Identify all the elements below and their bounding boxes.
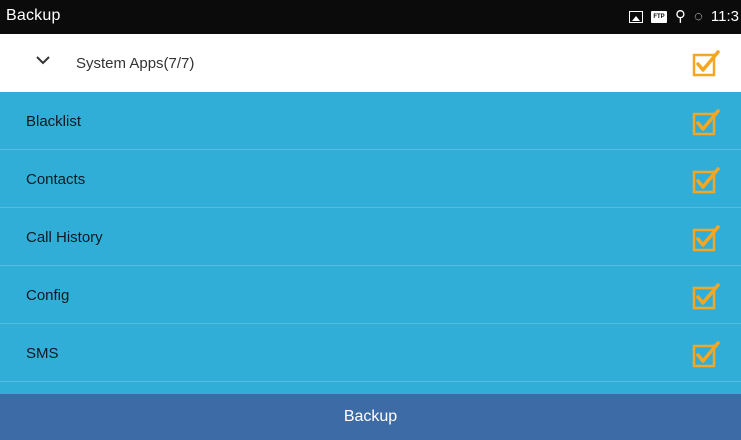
list-item-sms[interactable]: SMS bbox=[0, 324, 741, 382]
backup-screen: Backup FTP ⚲ ◌ 11:3 System Apps(7/7) Bla… bbox=[0, 0, 741, 440]
app-list: Blacklist Contacts Call History Config S… bbox=[0, 92, 741, 394]
list-item-config[interactable]: Config bbox=[0, 266, 741, 324]
clock: 11:3 bbox=[710, 8, 739, 25]
status-icons: FTP ⚲ ◌ 11:3 bbox=[628, 0, 741, 34]
list-item-contacts[interactable]: Contacts bbox=[0, 150, 741, 208]
group-label: System Apps(7/7) bbox=[76, 55, 195, 72]
checkbox[interactable] bbox=[692, 108, 720, 136]
usb-icon: ⚲ bbox=[674, 8, 686, 25]
list-item-label: Contacts bbox=[26, 171, 86, 188]
group-header-system-apps[interactable]: System Apps(7/7) bbox=[0, 34, 741, 92]
checkbox[interactable] bbox=[692, 224, 720, 252]
list-item-label: Config bbox=[26, 287, 70, 304]
backup-button[interactable]: Backup bbox=[0, 394, 741, 440]
list-item-label: Blacklist bbox=[26, 113, 82, 130]
group-checkbox[interactable] bbox=[692, 49, 720, 77]
ftp-icon: FTP bbox=[650, 11, 667, 23]
checkbox[interactable] bbox=[692, 282, 720, 310]
checkbox[interactable] bbox=[692, 166, 720, 194]
status-bar: Backup FTP ⚲ ◌ 11:3 bbox=[0, 0, 741, 34]
sync-icon: ◌ bbox=[693, 8, 703, 25]
chevron-down-icon[interactable] bbox=[36, 53, 50, 67]
app-title: Backup bbox=[6, 7, 61, 24]
list-item-call-history[interactable]: Call History bbox=[0, 208, 741, 266]
list-item-blacklist[interactable]: Blacklist bbox=[0, 92, 741, 150]
list-item-label: Call History bbox=[26, 229, 103, 246]
checkbox[interactable] bbox=[692, 340, 720, 368]
list-item-label: SMS bbox=[26, 345, 59, 362]
image-icon bbox=[628, 11, 643, 23]
